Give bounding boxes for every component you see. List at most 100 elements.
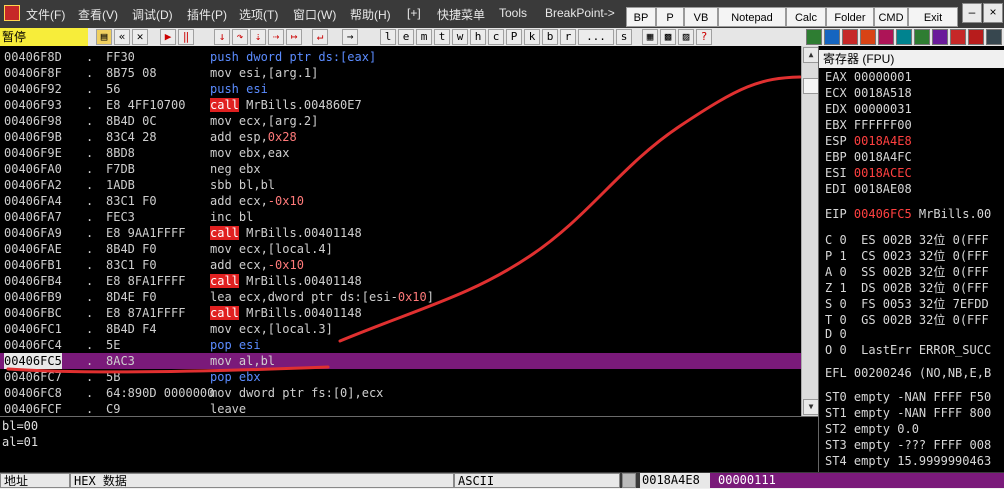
register-edx[interactable]: EDX 00000031	[825, 102, 912, 116]
restart-icon[interactable]: «	[114, 29, 130, 45]
register-efl[interactable]: EFL 00200246 (NO,NB,E,B	[825, 366, 991, 380]
disasm-row[interactable]: 00406FA4. 83C1 F0 add ecx,-0x10	[0, 193, 801, 209]
plugin-icon-7[interactable]	[914, 29, 930, 45]
flag-line[interactable]: C 0 ES 002B 32位 0(FFF	[825, 231, 989, 248]
trace-into-icon[interactable]: ⇣	[250, 29, 266, 45]
register-esp[interactable]: ESP 0018A4E8	[825, 134, 912, 148]
calc-button[interactable]: Calc	[786, 7, 826, 27]
plugin-icon-2[interactable]	[824, 29, 840, 45]
options-icon[interactable]: ▩	[660, 29, 676, 45]
disasm-row[interactable]: 00406F9E. 8BD8 mov ebx,eax	[0, 145, 801, 161]
dump-hex-column[interactable]: HEX 数据	[70, 473, 454, 488]
fpu-register[interactable]: ST0 empty -NAN FFFF F50	[825, 390, 991, 404]
disasm-row[interactable]: 00406F93. E8 4FF10700 call MrBills.004860E…	[0, 97, 801, 113]
tool-e[interactable]: e	[398, 29, 414, 45]
tool-k[interactable]: k	[524, 29, 540, 45]
flag-line[interactable]: A 0 SS 002B 32位 0(FFF	[825, 263, 989, 280]
cmd-button[interactable]: CMD	[874, 7, 908, 27]
disasm-row[interactable]: 00406FB9. 8D4E F0 lea ecx,dword ptr ds:[es…	[0, 289, 801, 305]
tool-r[interactable]: r	[560, 29, 576, 45]
menu-plugins[interactable]: 插件(P)	[187, 6, 227, 23]
disasm-row[interactable]: 00406FB4. E8 8FA1FFFF call MrBills.0040114…	[0, 273, 801, 289]
disasm-row[interactable]: 00406FAE. 8B4D F0 mov ecx,[local.4]	[0, 241, 801, 257]
p-button[interactable]: P	[656, 7, 684, 27]
menu-help[interactable]: 帮助(H)	[350, 6, 391, 23]
tool-w[interactable]: w	[452, 29, 468, 45]
vb-button[interactable]: VB	[684, 7, 718, 27]
disasm-row[interactable]: 00406FA2. 1ADB sbb bl,bl	[0, 177, 801, 193]
tool-more[interactable]: ...	[578, 29, 614, 45]
stop-icon[interactable]: ✕	[132, 29, 148, 45]
dump-address-column[interactable]: 地址	[0, 473, 70, 488]
menu-shortcuts[interactable]: 快捷菜单	[437, 6, 485, 23]
plugin-icon-9[interactable]	[950, 29, 966, 45]
disasm-row[interactable]: 00406F8F. 8B75 08 mov esi,[arg.1]	[0, 65, 801, 81]
disasm-row[interactable]: 00406FA0. F7DB neg ebx	[0, 161, 801, 177]
tool-c[interactable]: c	[488, 29, 504, 45]
disasm-row[interactable]: 00406FC1. 8B4D F4 mov ecx,[local.3]	[0, 321, 801, 337]
trace-over-icon[interactable]: ⇢	[268, 29, 284, 45]
goto-icon[interactable]: →	[342, 29, 358, 45]
disasm-row[interactable]: 00406FC7. 5B pop ebx	[0, 369, 801, 385]
flag-line[interactable]: S 0 FS 0053 32位 7EFDD	[825, 295, 989, 312]
fpu-register[interactable]: ST4 empty 15.9999990463	[825, 454, 991, 468]
tool-l[interactable]: l	[380, 29, 396, 45]
step-into-icon[interactable]: ↓	[214, 29, 230, 45]
stack-value[interactable]: 00000111	[710, 473, 1004, 488]
plugin-icon-10[interactable]	[968, 29, 984, 45]
flag-line[interactable]: O 0 LastErr ERROR_SUCC	[825, 343, 991, 357]
register-esi[interactable]: ESI 0018ACEC	[825, 166, 912, 180]
plugin-icon-5[interactable]	[878, 29, 894, 45]
disasm-row[interactable]: 00406F8D. FF30 push dword ptr ds:[eax]	[0, 49, 801, 65]
tool-t[interactable]: t	[434, 29, 450, 45]
return-icon[interactable]: ↵	[312, 29, 328, 45]
fpu-register[interactable]: ST1 empty -NAN FFFF 800	[825, 406, 991, 420]
close-icon[interactable]: ×	[983, 3, 1003, 23]
open-icon[interactable]: ▤	[96, 29, 112, 45]
menu-view[interactable]: 查看(V)	[78, 6, 118, 23]
disasm-row-selected[interactable]: 00406FC5. 8AC3 mov al,bl	[0, 353, 801, 369]
plugin-icon-3[interactable]	[842, 29, 858, 45]
disassembly-scrollbar[interactable]: ▲ ▼	[801, 46, 819, 416]
plugin-icon-1[interactable]	[806, 29, 822, 45]
bp-button[interactable]: BP	[626, 7, 656, 27]
flag-line[interactable]: P 1 CS 0023 32位 0(FFF	[825, 247, 989, 264]
disasm-row[interactable]: 00406F98. 8B4D 0C mov ecx,[arg.2]	[0, 113, 801, 129]
disasm-row[interactable]: 00406F9B. 83C4 28 add esp,0x28	[0, 129, 801, 145]
disasm-row[interactable]: 00406FB1. 83C1 F0 add ecx,-0x10	[0, 257, 801, 273]
menu-file[interactable]: 文件(F)	[26, 6, 65, 23]
register-ebx[interactable]: EBX FFFFFF00	[825, 118, 912, 132]
register-eax[interactable]: EAX 00000001	[825, 70, 912, 84]
disasm-row[interactable]: 00406FCF. C9 leave	[0, 401, 801, 416]
menu-breakpoint[interactable]: BreakPoint->	[545, 6, 615, 20]
disasm-row[interactable]: 00406FC8. 64:890D 0000000 mov dword ptr fs…	[0, 385, 801, 401]
register-edi[interactable]: EDI 0018AE08	[825, 182, 912, 196]
settings-icon[interactable]: ▨	[678, 29, 694, 45]
plugin-icon-11[interactable]	[986, 29, 1002, 45]
tool-s[interactable]: s	[616, 29, 632, 45]
flag-line[interactable]: D 0	[825, 327, 847, 341]
tool-h[interactable]: h	[470, 29, 486, 45]
disasm-row[interactable]: 00406FA7. FEC3 inc bl	[0, 209, 801, 225]
registers-title[interactable]: 寄存器 (FPU)	[819, 50, 1004, 68]
minimize-icon[interactable]: –	[962, 3, 982, 23]
execute-till-icon[interactable]: ↦	[286, 29, 302, 45]
tool-p[interactable]: P	[506, 29, 522, 45]
plugin-icon-8[interactable]	[932, 29, 948, 45]
menu-options[interactable]: 选项(T)	[239, 6, 278, 23]
menu-add[interactable]: [+]	[407, 6, 421, 20]
notepad-button[interactable]: Notepad	[718, 7, 786, 27]
scroll-up-icon[interactable]: ▲	[803, 47, 819, 63]
step-over-icon[interactable]: ↷	[232, 29, 248, 45]
stack-address[interactable]: 0018A4E8	[640, 473, 710, 488]
fpu-register[interactable]: ST2 empty 0.0	[825, 422, 919, 436]
grid-icon[interactable]: ▦	[642, 29, 658, 45]
register-eip[interactable]: EIP 00406FC5 MrBills.00	[825, 207, 991, 221]
registers-pane[interactable]: 寄存器 (FPU) EAX 00000001 ECX 0018A518 EDX 00…	[818, 46, 1004, 472]
tool-b[interactable]: b	[542, 29, 558, 45]
plugin-icon-6[interactable]	[896, 29, 912, 45]
disasm-row[interactable]: 00406FA9. E8 9AA1FFFF call MrBills.0040114…	[0, 225, 801, 241]
disasm-row[interactable]: 00406FBC. E8 87A1FFFF call MrBills.0040114…	[0, 305, 801, 321]
pause-icon[interactable]: ‖	[178, 29, 194, 45]
help-icon[interactable]: ?	[696, 29, 712, 45]
